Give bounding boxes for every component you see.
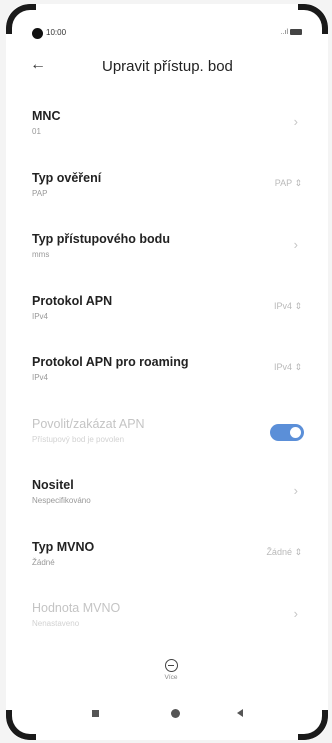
row-value: mms <box>32 250 50 259</box>
row-mnc[interactable]: MNC 01 › <box>6 96 328 158</box>
row-label: Nositel <box>32 478 74 492</box>
row-label: Typ přístupového bodu <box>32 232 170 246</box>
row-label: MNC <box>32 109 61 123</box>
row-value: 01 <box>32 127 41 136</box>
row-label: Typ MVNO <box>32 539 95 554</box>
row-value: PAP <box>32 188 48 198</box>
row-value: Přístupový bod je povolen <box>32 434 125 444</box>
chevron-right-icon: › <box>293 483 298 498</box>
chevron-right-icon: › <box>293 237 298 252</box>
phone-screen: 10:00 ..ıl ← Upravit přístup. bod MNC 01… <box>6 4 328 740</box>
signal-icon: ..ıl <box>281 29 302 36</box>
row-apn-type[interactable]: Typ přístupového bodu mms › <box>6 219 328 281</box>
front-camera <box>32 28 43 39</box>
dropdown-value[interactable]: Žádné ⇕ <box>266 547 302 558</box>
row-mvno-value: Hodnota MVNO Nenastaveno › <box>6 588 328 650</box>
row-auth-type[interactable]: Typ ověření PAP PAP ⇕ <box>6 158 328 220</box>
page-title: Upravit přístup. bod <box>102 58 233 75</box>
row-label: Hodnota MVNO <box>32 601 121 615</box>
system-nav-bar <box>6 704 328 724</box>
chevron-right-icon: › <box>293 606 298 621</box>
dropdown-value[interactable]: PAP ⇕ <box>275 178 302 189</box>
minus-circle-icon <box>164 659 178 672</box>
toggle-knob <box>290 426 301 438</box>
row-apn-roaming-protocol[interactable]: Protokol APN pro roaming IPv4 IPv4 ⇕ <box>6 342 328 404</box>
chevron-right-icon: › <box>293 114 298 129</box>
back-arrow-icon[interactable]: ← <box>30 56 46 74</box>
battery-icon <box>290 29 302 36</box>
back-triangle-icon[interactable] <box>237 709 243 717</box>
row-apn-protocol[interactable]: Protokol APN IPv4 IPv4 ⇕ <box>6 281 328 343</box>
apn-enable-toggle[interactable] <box>270 423 304 441</box>
app-header: ← Upravit přístup. bod <box>6 54 328 84</box>
status-time: 10:00 <box>46 28 67 37</box>
row-bearer[interactable]: Nositel Nespecifikováno › <box>6 465 328 527</box>
dropdown-value[interactable]: IPv4 ⇕ <box>274 301 302 312</box>
row-label: Povolit/zakázat APN <box>32 416 145 431</box>
row-value: Žádné <box>32 557 55 567</box>
recent-apps-icon[interactable] <box>92 710 99 717</box>
apn-settings-list: MNC 01 › Typ ověření PAP PAP ⇕ Typ příst… <box>6 96 328 650</box>
signal-text: ..ıl <box>280 29 288 36</box>
row-value: Nenastaveno <box>32 619 80 628</box>
row-value: Nespecifikováno <box>32 496 91 505</box>
status-bar: 10:00 ..ıl <box>6 26 328 44</box>
row-mvno-type[interactable]: Typ MVNO Žádné Žádné ⇕ <box>6 527 328 589</box>
more-label: Více <box>164 674 178 681</box>
more-button[interactable]: Více <box>156 659 186 681</box>
row-value: IPv4 <box>32 311 49 321</box>
row-label: Protokol APN <box>32 293 113 308</box>
row-label: Typ ověření <box>32 170 102 185</box>
row-label: Protokol APN pro roaming <box>32 355 189 369</box>
row-value: IPv4 <box>32 373 49 382</box>
home-icon[interactable] <box>171 709 180 718</box>
row-apn-enable: Povolit/zakázat APN Přístupový bod je po… <box>6 404 328 466</box>
dropdown-value[interactable]: IPv4 ⇕ <box>274 362 302 373</box>
